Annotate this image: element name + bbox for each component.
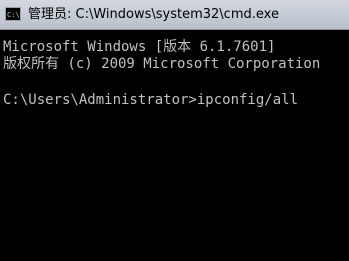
title-bar[interactable]: C:\ 管理员: C:\Windows\system32\cmd.exe	[0, 0, 349, 30]
console-line: 版权所有 (c) 2009 Microsoft Corporation	[3, 56, 321, 72]
cmd-icon[interactable]: C:\	[5, 7, 21, 21]
window-title: 管理员: C:\Windows\system32\cmd.exe	[28, 7, 279, 22]
console-command-line: C:\Users\Administrator>ipconfig/all	[3, 92, 299, 108]
prompt-glyph-icon: C:\	[7, 11, 19, 18]
svg-text:C:\: C:\	[7, 11, 19, 18]
console-line: Microsoft Windows [版本 6.1.7601]	[3, 39, 276, 55]
console-output[interactable]: Microsoft Windows [版本 6.1.7601] 版权所有 (c)…	[0, 30, 349, 261]
cmd-window: C:\ 管理员: C:\Windows\system32\cmd.exe Mic…	[0, 0, 349, 261]
